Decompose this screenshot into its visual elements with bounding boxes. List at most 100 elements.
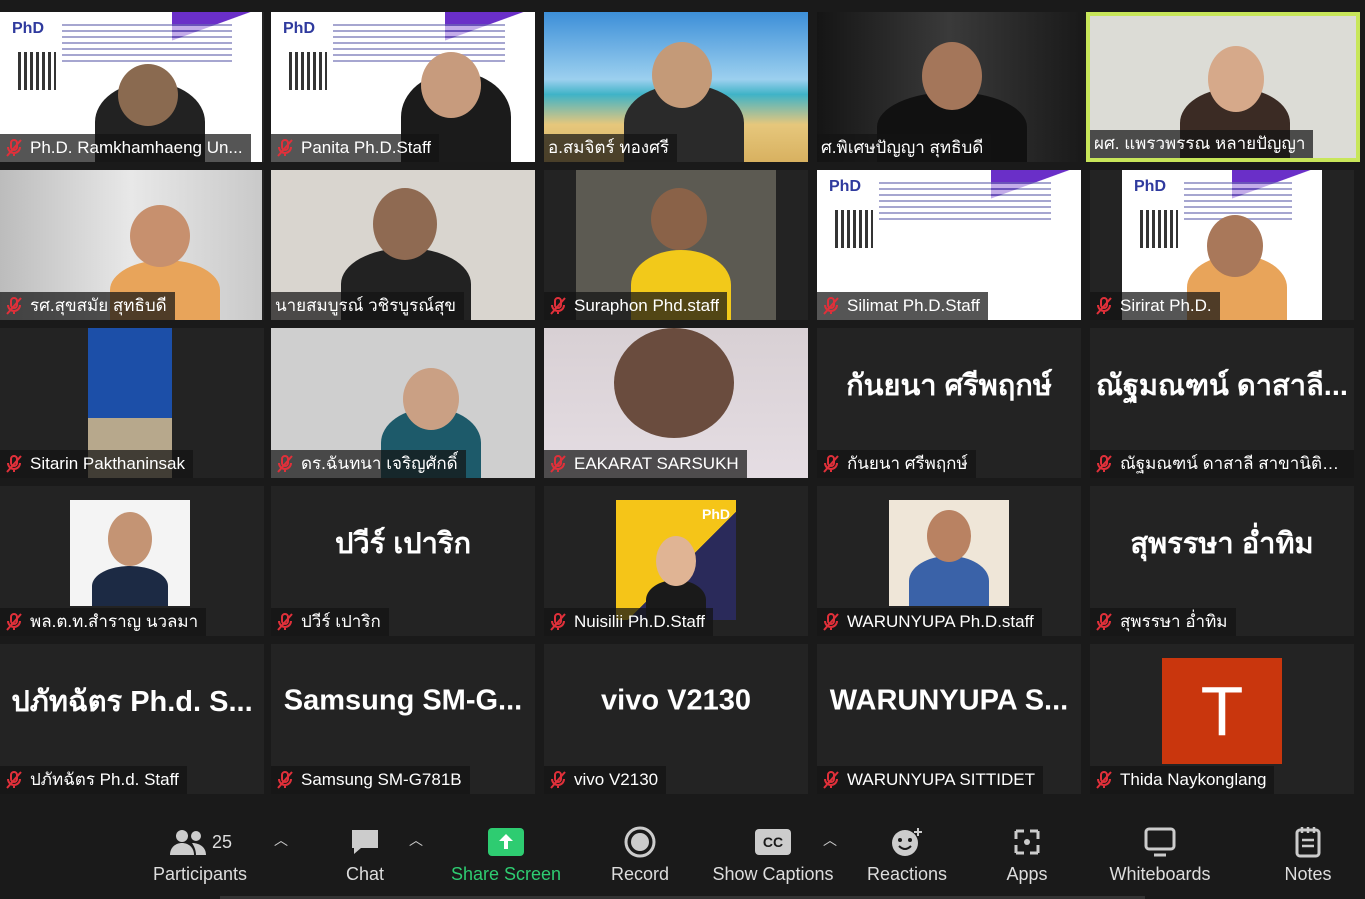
participant-name: ผศ. แพรวพรรณ หลายปัญญา [1094, 134, 1306, 153]
chat-label: Chat [345, 864, 385, 884]
participant-name: พล.ต.ท.สำราญ นวลมา [30, 612, 199, 631]
participant-display-name: Samsung SM-G... [283, 684, 523, 717]
participant-tile[interactable]: รศ.สุขสมัย สุทธิบดี [0, 170, 264, 320]
participants-caret-icon[interactable]: ︿ [274, 830, 288, 850]
participant-name: Ph.D. Ramkhamhaeng Un... [30, 138, 243, 157]
muted-mic-icon [6, 455, 22, 473]
record-icon [624, 826, 656, 858]
participant-tile[interactable]: T Thida Naykonglang [1090, 644, 1354, 794]
reactions-icon [892, 828, 922, 856]
muted-mic-icon [1096, 455, 1112, 473]
chat-caret-icon[interactable]: ︿ [409, 830, 423, 850]
muted-mic-icon [277, 455, 293, 473]
participant-name: EAKARAT SARSUKH [574, 454, 739, 473]
participant-namebar: Thida Naykonglang [1090, 766, 1275, 794]
participants-icon [169, 830, 206, 855]
participant-namebar: Nuisilii Ph.D.Staff [544, 608, 714, 636]
whiteboards-button[interactable]: Whiteboards [1104, 824, 1216, 885]
video-feed [889, 500, 1009, 606]
participant-namebar: Panita Ph.D.Staff [271, 134, 440, 162]
participant-name: Samsung SM-G781B [301, 770, 462, 789]
muted-mic-icon [823, 297, 839, 315]
muted-mic-icon [277, 139, 293, 157]
participant-name: ดร.ฉันทนา เจริญศักดิ์ [301, 454, 458, 473]
notes-label: Notes [1284, 864, 1332, 884]
reactions-button[interactable]: Reactions [865, 824, 949, 885]
participant-namebar: vivo V2130 [544, 766, 667, 794]
participant-tile[interactable]: Samsung SM-G... Samsung SM-G781B [271, 644, 535, 794]
chat-icon [352, 830, 378, 854]
participant-tile[interactable]: กันยนา ศรีพฤกษ์ กันยนา ศรีพฤกษ์ [817, 328, 1081, 478]
participant-tile[interactable]: พล.ต.ท.สำราญ นวลมา [0, 486, 264, 636]
participant-display-name: ณัฐมณฑน์ ดาสาลี... [1096, 370, 1348, 402]
participant-tile[interactable]: PhD Silimat Ph.D.Staff [817, 170, 1081, 320]
apps-label: Apps [1006, 864, 1048, 884]
participant-tile[interactable]: ปภัทฉัตร Ph.d. S... ปภัทฉัตร Ph.d. Staff [0, 644, 264, 794]
notes-button[interactable]: Notes [1280, 824, 1336, 885]
participant-tile[interactable]: Suraphon Phd.staff [544, 170, 808, 320]
participant-display-name: WARUNYUPA S... [829, 684, 1069, 717]
apps-button[interactable]: Apps [1000, 824, 1054, 885]
participant-namebar: ดร.ฉันทนา เจริญศักดิ์ [271, 450, 466, 478]
participant-tile[interactable]: ปวีร์ เปาริก ปวีร์ เปาริก [271, 486, 535, 636]
participant-display-name: กันยนา ศรีพฤกษ์ [846, 370, 1052, 402]
chat-button[interactable]: Chat [330, 824, 400, 885]
participant-display-name: vivo V2130 [601, 684, 751, 717]
participant-tile[interactable]: EAKARAT SARSUKH [544, 328, 808, 478]
participant-name: ศ.พิเศษปัญญา สุทธิบดี [821, 138, 984, 157]
participant-tile[interactable]: ณัฐมณฑน์ ดาสาลี... ณัฐมณฑน์ ดาสาลี สาขาน… [1090, 328, 1354, 478]
participants-button[interactable]: 25 Participants [150, 824, 250, 885]
participant-tile[interactable]: WARUNYUPA S... WARUNYUPA SITTIDET [817, 644, 1081, 794]
participant-tile[interactable]: WARUNYUPA Ph.D.staff [817, 486, 1081, 636]
participant-tile[interactable]: PhD Panita Ph.D.Staff [271, 12, 535, 162]
participant-namebar: สุพรรษา อ่ำทิม [1090, 608, 1236, 636]
share-screen-button[interactable]: Share Screen [450, 824, 562, 885]
participant-name: ปภัทฉัตร Ph.d. Staff [30, 770, 179, 789]
participant-namebar: อ.สมจิตร์ ทองศรี [544, 134, 678, 162]
notes-icon [1295, 827, 1321, 858]
participant-namebar: Silimat Ph.D.Staff [817, 292, 988, 320]
participant-tile[interactable]: ดร.ฉันทนา เจริญศักดิ์ [271, 328, 535, 478]
participant-namebar: พล.ต.ท.สำราญ นวลมา [0, 608, 207, 636]
muted-mic-icon [1096, 297, 1112, 315]
participant-tile[interactable]: PhD Nuisilii Ph.D.Staff [544, 486, 808, 636]
phd-logo: PhD [283, 20, 315, 37]
participant-name: Sitarin Pakthaninsak [30, 454, 185, 473]
muted-mic-icon [6, 297, 22, 315]
participant-name: Silimat Ph.D.Staff [847, 296, 980, 315]
participant-namebar: Suraphon Phd.staff [544, 292, 728, 320]
participant-tile[interactable]: สุพรรษา อ่ำทิม สุพรรษา อ่ำทิม [1090, 486, 1354, 636]
participant-name: WARUNYUPA SITTIDET [847, 770, 1035, 789]
meeting-toolbar: 25 Participants ︿ Chat ︿ Share Screen Re… [0, 800, 1365, 899]
participant-tile[interactable]: PhD Ph.D. Ramkhamhaeng Un... [0, 12, 264, 162]
participant-tile[interactable]: vivo V2130 vivo V2130 [544, 644, 808, 794]
participant-namebar: Samsung SM-G781B [271, 766, 470, 794]
participant-tile[interactable]: นายสมบูรณ์ วชิรบูรณ์สุข [271, 170, 535, 320]
participant-namebar: ศ.พิเศษปัญญา สุทธิบดี [817, 134, 992, 162]
muted-mic-icon [6, 771, 22, 789]
participant-tile[interactable]: อ.สมจิตร์ ทองศรี [544, 12, 808, 162]
record-button[interactable]: Record [605, 824, 675, 885]
participant-namebar: EAKARAT SARSUKH [544, 450, 747, 478]
participant-namebar: WARUNYUPA Ph.D.staff [817, 608, 1042, 636]
participant-name: Panita Ph.D.Staff [301, 138, 432, 157]
participant-namebar: WARUNYUPA SITTIDET [817, 766, 1043, 794]
participant-tile[interactable]: PhD Sirirat Ph.D. [1090, 170, 1354, 320]
participant-name: กันยนา ศรีพฤกษ์ [847, 454, 968, 473]
participant-name: ณัฐมณฑน์ ดาสาลี สาขานิติศ... [1120, 454, 1346, 473]
participant-namebar: Sirirat Ph.D. [1090, 292, 1220, 320]
participant-namebar: รศ.สุขสมัย สุทธิบดี [0, 292, 175, 320]
muted-mic-icon [550, 771, 566, 789]
captions-caret-icon[interactable]: ︿ [823, 830, 837, 850]
participant-tile[interactable]: ศ.พิเศษปัญญา สุทธิบดี [817, 12, 1081, 162]
participant-name: WARUNYUPA Ph.D.staff [847, 612, 1034, 631]
participant-namebar: กันยนา ศรีพฤกษ์ [817, 450, 976, 478]
captions-icon-text: CC [762, 834, 784, 850]
participant-tile-active-speaker[interactable]: ผศ. แพรวพรรณ หลายปัญญา [1086, 12, 1360, 162]
show-captions-button[interactable]: CC Show Captions [710, 824, 836, 885]
participant-tile[interactable]: Sitarin Pakthaninsak [0, 328, 264, 478]
phd-logo: PhD [1134, 178, 1166, 195]
participant-namebar: ผศ. แพรวพรรณ หลายปัญญา [1090, 130, 1314, 158]
share-screen-label: Share Screen [450, 864, 562, 884]
muted-mic-icon [550, 613, 566, 631]
